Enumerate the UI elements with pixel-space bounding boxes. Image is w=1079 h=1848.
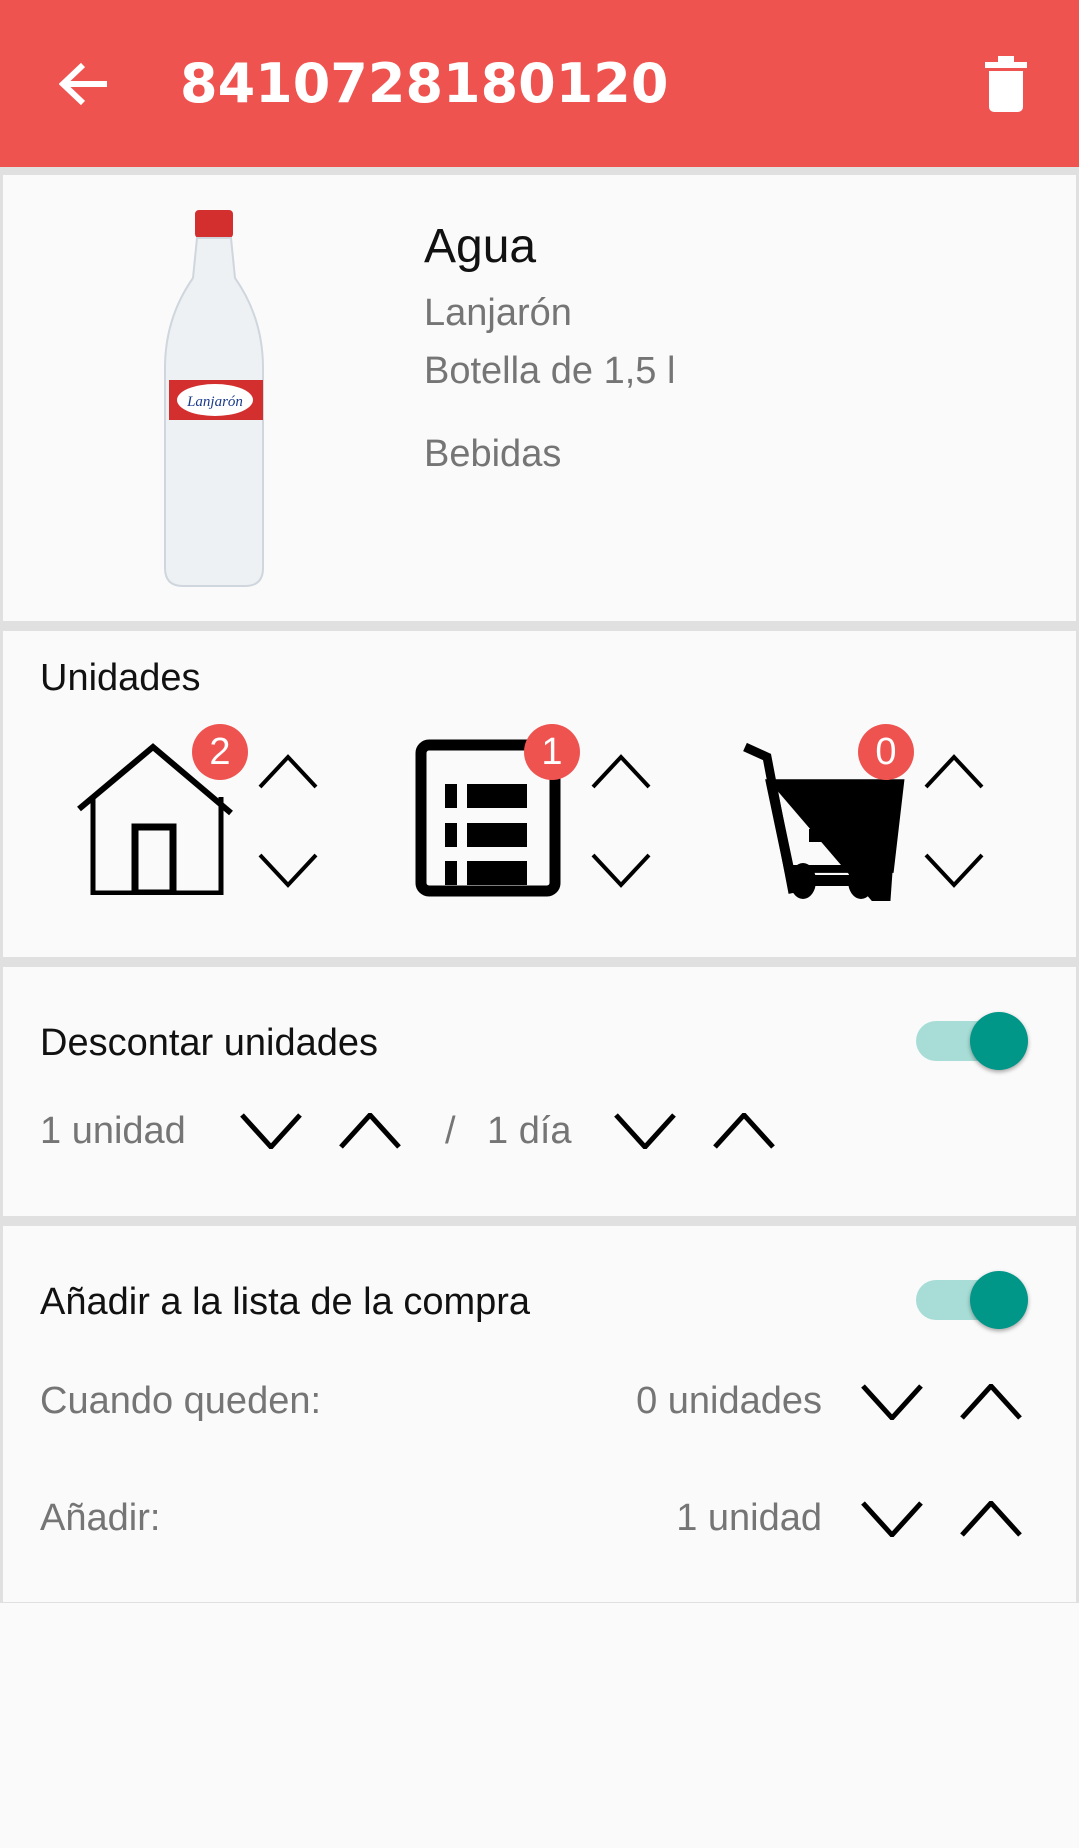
discount-title: Descontar unidades — [40, 1022, 378, 1064]
shopping-toggle-thumb[interactable] — [970, 1271, 1028, 1329]
discount-toggle-thumb[interactable] — [970, 1012, 1028, 1070]
empty-area — [0, 1603, 1079, 1848]
add-value: 1 unidad — [676, 1497, 822, 1539]
product-format: Botella de 1,5 l — [424, 350, 676, 392]
discount-separator: / — [445, 1110, 456, 1152]
when-label: Cuando queden: — [40, 1380, 322, 1422]
page-title: 8410728180120 — [180, 52, 669, 115]
cart-increase-icon[interactable] — [923, 753, 985, 789]
bottle-label: Lanjarón — [186, 394, 243, 410]
period-decrease-icon[interactable] — [614, 1113, 676, 1149]
list-count-badge: 1 — [524, 724, 580, 780]
cart-count-badge: 0 — [858, 724, 914, 780]
home-decrease-icon[interactable] — [257, 853, 319, 889]
when-decrease-icon[interactable] — [861, 1384, 923, 1420]
list-icon-row — [445, 861, 527, 885]
amount-increase-icon[interactable] — [339, 1113, 401, 1149]
trash-icon[interactable] — [985, 56, 1027, 112]
when-increase-icon[interactable] — [960, 1384, 1022, 1420]
list-decrease-icon[interactable] — [590, 853, 652, 889]
units-card: Unidades 2 1 0 — [3, 631, 1076, 957]
list-increase-icon[interactable] — [590, 753, 652, 789]
app-bar: 8410728180120 — [0, 0, 1079, 167]
add-decrease-icon[interactable] — [861, 1501, 923, 1537]
home-count-badge: 2 — [192, 724, 248, 780]
discount-amount: 1 unidad — [40, 1110, 186, 1152]
when-value: 0 unidades — [636, 1380, 822, 1422]
cart-decrease-icon[interactable] — [923, 853, 985, 889]
shopping-title: Añadir a la lista de la compra — [40, 1281, 531, 1323]
arrow-left-icon[interactable] — [59, 62, 109, 106]
product-name: Agua — [424, 220, 537, 273]
add-increase-icon[interactable] — [960, 1501, 1022, 1537]
period-increase-icon[interactable] — [713, 1113, 775, 1149]
units-title: Unidades — [40, 657, 201, 699]
product-brand: Lanjarón — [424, 292, 572, 334]
shopping-card: Añadir a la lista de la compra Cuando qu… — [3, 1226, 1076, 1602]
product-card: Lanjarón Agua Lanjarón Botella de 1,5 l … — [3, 175, 1076, 621]
product-image: Lanjarón — [164, 210, 264, 587]
home-increase-icon[interactable] — [257, 753, 319, 789]
add-label: Añadir: — [40, 1497, 161, 1539]
discount-card: Descontar unidades 1 unidad / 1 día — [3, 967, 1076, 1216]
discount-period: 1 día — [487, 1110, 572, 1152]
product-category: Bebidas — [424, 433, 562, 475]
amount-decrease-icon[interactable] — [240, 1113, 302, 1149]
